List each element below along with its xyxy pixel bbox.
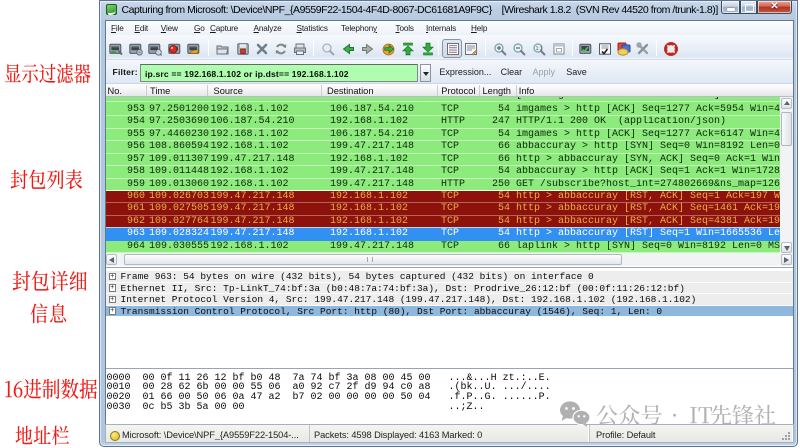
svg-text:1:1: 1:1 (535, 46, 542, 52)
